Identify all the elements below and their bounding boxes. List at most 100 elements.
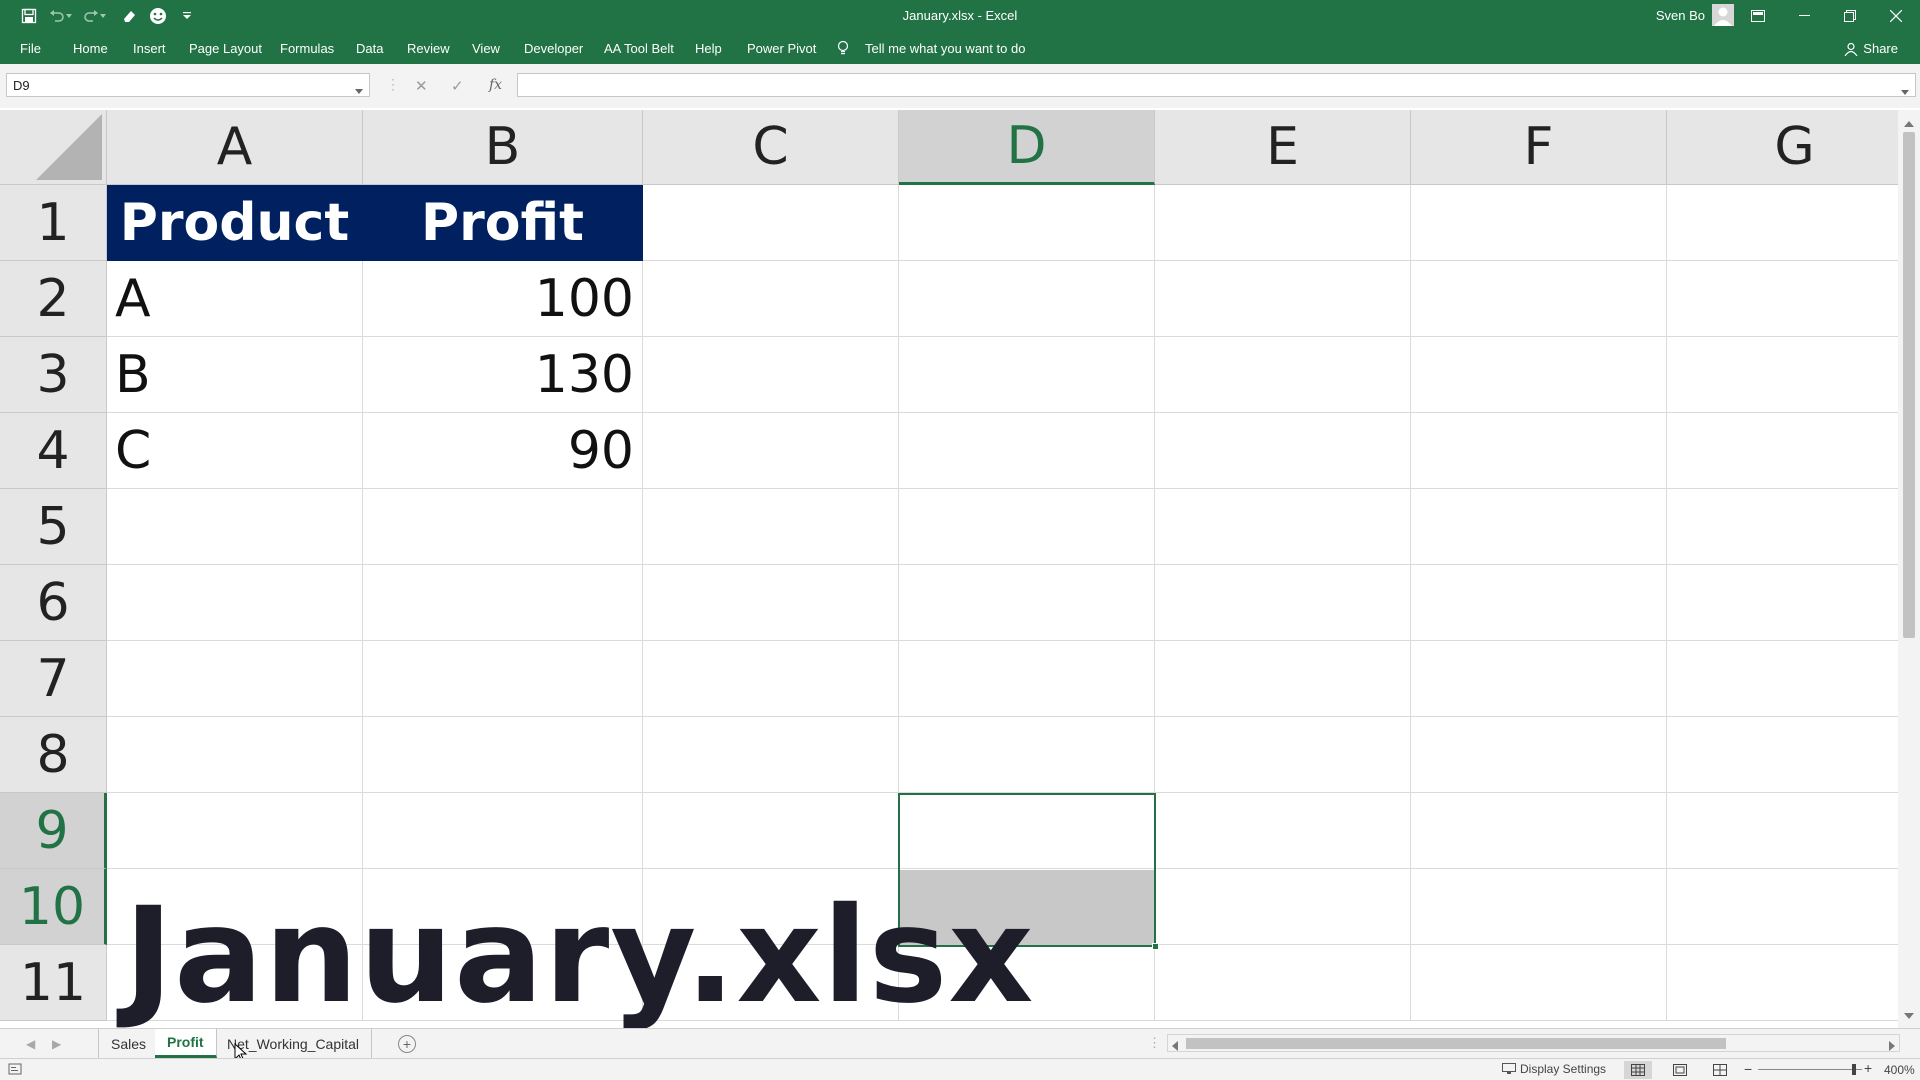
row-header-3[interactable]: 3: [0, 337, 107, 413]
cell-d9[interactable]: [899, 793, 1155, 869]
row-header-11[interactable]: 11: [0, 945, 107, 1021]
scroll-right-icon[interactable]: [1889, 1038, 1895, 1056]
row-header-5[interactable]: 5: [0, 489, 107, 565]
cell-c3[interactable]: [643, 337, 899, 413]
sheet-tab-profit[interactable]: Profit: [155, 1029, 217, 1058]
cell-profit[interactable]: 100: [363, 261, 643, 337]
column-header-c[interactable]: C: [643, 110, 899, 185]
tell-me-search[interactable]: Tell me what you want to do: [865, 41, 1025, 56]
cell-g1[interactable]: [1667, 185, 1898, 261]
cell-g9[interactable]: [1667, 793, 1898, 869]
column-header-e[interactable]: E: [1155, 110, 1411, 185]
tab-review[interactable]: Review: [407, 41, 450, 56]
minimize-icon[interactable]: [1782, 0, 1826, 31]
sheet-tab-sales[interactable]: Sales: [98, 1029, 160, 1058]
cell-f5[interactable]: [1411, 489, 1667, 565]
cell-d2[interactable]: [899, 261, 1155, 337]
new-sheet-button[interactable]: +: [398, 1035, 416, 1053]
page-break-view-icon[interactable]: [1706, 1061, 1734, 1079]
cell-c1[interactable]: [643, 185, 899, 261]
cell-f4[interactable]: [1411, 413, 1667, 489]
column-header-b[interactable]: B: [363, 110, 643, 185]
tab-page-layout[interactable]: Page Layout: [189, 41, 262, 56]
scroll-down-icon[interactable]: [1904, 1006, 1914, 1024]
display-settings-button[interactable]: Display Settings: [1502, 1062, 1606, 1076]
cell-e3[interactable]: [1155, 337, 1411, 413]
ribbon-display-options-icon[interactable]: [1736, 0, 1780, 31]
cell-f6[interactable]: [1411, 565, 1667, 641]
cell-f2[interactable]: [1411, 261, 1667, 337]
row-header-8[interactable]: 8: [0, 717, 107, 793]
insert-function-icon[interactable]: fx: [489, 77, 502, 93]
vertical-scroll-thumb[interactable]: [1903, 132, 1915, 638]
select-all-button[interactable]: [0, 110, 107, 185]
cell-e6[interactable]: [1155, 565, 1411, 641]
cell-e4[interactable]: [1155, 413, 1411, 489]
horizontal-scrollbar[interactable]: [1167, 1034, 1900, 1052]
vertical-scrollbar[interactable]: [1898, 110, 1920, 1028]
cell-g4[interactable]: [1667, 413, 1898, 489]
normal-view-icon[interactable]: [1624, 1061, 1652, 1079]
tab-insert[interactable]: Insert: [133, 41, 166, 56]
cell-product[interactable]: B: [107, 337, 363, 413]
chevron-down-icon[interactable]: [355, 82, 363, 97]
row-header-9[interactable]: 9: [0, 793, 107, 869]
cell-e5[interactable]: [1155, 489, 1411, 565]
restore-icon[interactable]: [1828, 0, 1872, 31]
cell-a8[interactable]: [107, 717, 363, 793]
column-header-d[interactable]: D: [899, 110, 1155, 185]
tab-file[interactable]: File: [20, 41, 41, 56]
cell-c5[interactable]: [643, 489, 899, 565]
cell-f10[interactable]: [1411, 869, 1667, 945]
cell-c2[interactable]: [643, 261, 899, 337]
enter-icon[interactable]: ✓: [451, 77, 464, 95]
cell-b8[interactable]: [363, 717, 643, 793]
cell-a9[interactable]: [107, 793, 363, 869]
row-header-4[interactable]: 4: [0, 413, 107, 489]
cell-d7[interactable]: [899, 641, 1155, 717]
cell-g5[interactable]: [1667, 489, 1898, 565]
cell-f7[interactable]: [1411, 641, 1667, 717]
cell-c4[interactable]: [643, 413, 899, 489]
header-cell-product[interactable]: Product: [107, 185, 363, 261]
cell-f3[interactable]: [1411, 337, 1667, 413]
cell-product[interactable]: A: [107, 261, 363, 337]
cell-a6[interactable]: [107, 565, 363, 641]
row-header-6[interactable]: 6: [0, 565, 107, 641]
expand-formula-icon[interactable]: [1901, 82, 1909, 100]
cell-b5[interactable]: [363, 489, 643, 565]
tab-power-pivot[interactable]: Power Pivot: [747, 41, 816, 56]
formula-bar-grip[interactable]: ⋮: [386, 76, 400, 93]
cell-g8[interactable]: [1667, 717, 1898, 793]
header-cell-profit[interactable]: Profit: [363, 185, 643, 261]
cell-g10[interactable]: [1667, 869, 1898, 945]
macro-record-icon[interactable]: [8, 1062, 22, 1079]
worksheet-grid[interactable]: ABCDEFG 1 2 3 4 5 6 7 8 9 10 11 Product Profit A 1…: [0, 110, 1898, 1028]
scroll-up-icon[interactable]: [1904, 114, 1914, 132]
cell-e7[interactable]: [1155, 641, 1411, 717]
cell-g11[interactable]: [1667, 945, 1898, 1021]
cell-d8[interactable]: [899, 717, 1155, 793]
cell-d5[interactable]: [899, 489, 1155, 565]
cell-g2[interactable]: [1667, 261, 1898, 337]
cell-e2[interactable]: [1155, 261, 1411, 337]
tab-formulas[interactable]: Formulas: [280, 41, 334, 56]
name-box[interactable]: D9: [6, 73, 370, 97]
cell-e1[interactable]: [1155, 185, 1411, 261]
tab-aa-tool-belt[interactable]: AA Tool Belt: [604, 41, 674, 56]
cell-a5[interactable]: [107, 489, 363, 565]
fill-handle[interactable]: [1152, 943, 1159, 950]
cell-g6[interactable]: [1667, 565, 1898, 641]
zoom-slider[interactable]: [1758, 1069, 1862, 1070]
tab-home[interactable]: Home: [73, 41, 108, 56]
cell-f9[interactable]: [1411, 793, 1667, 869]
column-header-a[interactable]: A: [107, 110, 363, 185]
tab-split-grip[interactable]: ⋮: [1148, 1035, 1161, 1051]
cell-e10[interactable]: [1155, 869, 1411, 945]
tab-help[interactable]: Help: [695, 41, 722, 56]
cell-product[interactable]: C: [107, 413, 363, 489]
share-button[interactable]: Share: [1844, 41, 1898, 56]
cancel-icon[interactable]: ✕: [415, 77, 428, 95]
row-header-7[interactable]: 7: [0, 641, 107, 717]
tab-data[interactable]: Data: [356, 41, 383, 56]
